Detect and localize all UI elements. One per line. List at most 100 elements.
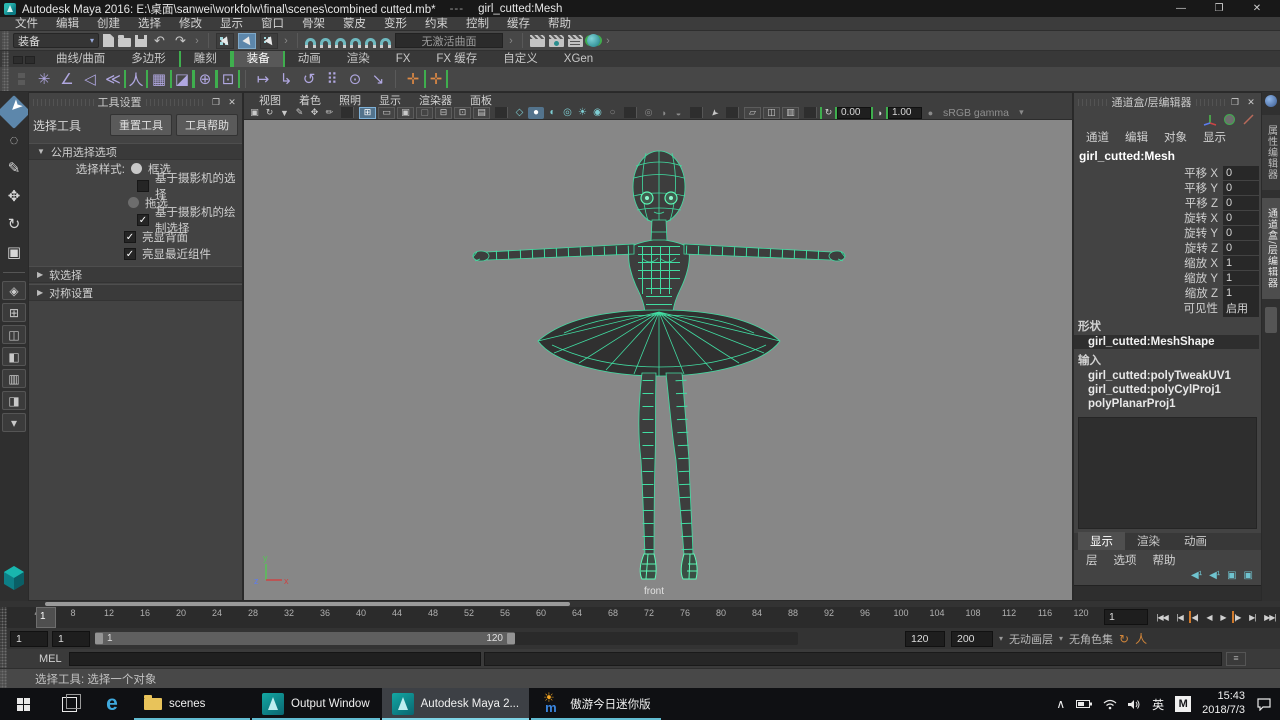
select-tool-button[interactable]: ➤ xyxy=(0,95,31,129)
viewport-separator[interactable] xyxy=(690,107,703,118)
scrollbar-thumb[interactable] xyxy=(45,602,570,606)
layer-list[interactable] xyxy=(1074,585,1261,600)
attribute-label[interactable]: 可见性 xyxy=(1074,300,1223,316)
parent-constraint-icon[interactable]: ↦ xyxy=(253,69,273,89)
menu-item[interactable]: 选择 xyxy=(129,17,170,31)
snap-to-projected-center-button[interactable] xyxy=(350,38,361,48)
animation-end-field[interactable]: 200 xyxy=(951,631,993,647)
toolbar-separator[interactable] xyxy=(297,33,298,48)
collapse-chevron-icon[interactable]: › xyxy=(282,32,290,49)
drag-handle[interactable] xyxy=(2,31,9,50)
paint-skin-weights-icon[interactable]: ▦ xyxy=(149,69,169,89)
playhead[interactable]: 1 xyxy=(36,607,56,628)
grid-toggle-icon[interactable]: ⊞ xyxy=(359,107,376,119)
ik-handle-tool-icon[interactable]: ∠ xyxy=(57,69,77,89)
attribute-value-field[interactable]: 0 xyxy=(1223,181,1259,195)
auto-keyframe-icon[interactable]: ↻ xyxy=(1119,632,1129,646)
snap-to-grid-button[interactable] xyxy=(305,38,316,48)
select-object-button[interactable] xyxy=(238,33,256,49)
command-input-field[interactable] xyxy=(69,652,481,666)
redo-button[interactable]: ↷ xyxy=(172,32,189,49)
marquee-radio[interactable] xyxy=(131,163,142,174)
maximize-button[interactable]: ❐ xyxy=(1200,3,1238,14)
shelf-tab[interactable]: FX xyxy=(383,51,424,67)
drag-handle[interactable] xyxy=(0,607,7,628)
layer-editor-menu-item[interactable]: 选项 xyxy=(1106,552,1145,568)
render-settings-button[interactable] xyxy=(568,35,583,47)
layout-dropdown-button[interactable]: ▾ xyxy=(2,413,26,432)
safe-action-icon[interactable]: ⊡ xyxy=(454,107,471,119)
playback-start-field[interactable]: 1 xyxy=(52,631,90,647)
two-pane-side-layout-button[interactable]: ◫ xyxy=(2,325,26,344)
start-button[interactable] xyxy=(0,688,46,720)
grease-pencil-icon[interactable]: ✏ xyxy=(323,107,336,119)
motion-blur-icon[interactable]: ○ xyxy=(606,107,619,119)
range-slider-track[interactable]: 1 120 xyxy=(95,632,798,645)
bookmark-icon[interactable]: ▼ xyxy=(278,107,291,119)
screen-ao-icon[interactable]: ◉ xyxy=(591,107,604,119)
viewport-separator[interactable] xyxy=(804,107,817,118)
use-all-lights-icon[interactable]: ◎ xyxy=(561,107,574,119)
speaker-icon[interactable] xyxy=(1128,699,1141,710)
persp-graph-layout-button[interactable]: ▥ xyxy=(2,369,26,388)
collapse-chevron-icon[interactable]: › xyxy=(604,32,612,49)
wireframe-mode-icon[interactable]: ◇ xyxy=(513,107,526,119)
attribute-label[interactable]: 平移 Y xyxy=(1074,180,1223,196)
drag-handle[interactable] xyxy=(0,649,7,668)
input-node-row[interactable]: polyPlanarProj1 xyxy=(1074,397,1261,411)
anim-layer-dropdown[interactable]: 无动画层 xyxy=(1009,631,1053,647)
attribute-label[interactable]: 缩放 Y xyxy=(1074,270,1223,286)
gamma-dot-icon[interactable]: ● xyxy=(924,107,937,119)
field-chart-icon[interactable]: ⊟ xyxy=(435,107,452,119)
animation-preferences-icon[interactable]: 人 xyxy=(1135,630,1147,647)
selected-object-name[interactable]: girl_cutted:Mesh xyxy=(1074,147,1261,165)
menu-item[interactable]: 创建 xyxy=(88,17,129,31)
context-cursor-icon[interactable]: ➤ xyxy=(706,104,724,122)
textured-mode-icon[interactable]: ◐ xyxy=(546,107,559,119)
close-button[interactable]: ✕ xyxy=(1238,3,1276,14)
camera-rotate-icon[interactable]: ↻ xyxy=(263,107,276,119)
menu-item[interactable]: 窗口 xyxy=(252,17,293,31)
viewport-canvas[interactable]: y x z front xyxy=(244,120,1072,600)
make-live-button[interactable] xyxy=(380,38,391,48)
hypershade-persp-layout-button[interactable]: ◨ xyxy=(2,391,26,410)
smooth-bind-icon[interactable]: ⊡ xyxy=(218,69,238,89)
step-forward-key-button[interactable]: ▶| xyxy=(1249,613,1255,622)
play-forwards-button[interactable]: ▶ xyxy=(1220,613,1225,622)
drag-handle[interactable] xyxy=(2,51,9,67)
battery-icon[interactable] xyxy=(1076,699,1092,709)
point-constraint-icon[interactable]: ↳ xyxy=(276,69,296,89)
input-node-row[interactable]: girl_cutted:polyCylProj1 xyxy=(1074,383,1261,397)
colorspace-label[interactable]: sRGB gamma xyxy=(939,107,1013,119)
scale-tool-button[interactable]: ▣ xyxy=(2,240,26,264)
undo-button[interactable]: ↶ xyxy=(151,32,168,49)
action-center-icon[interactable] xyxy=(1256,697,1272,711)
input-node-row[interactable]: girl_cutted:polyTweakUV1 xyxy=(1074,369,1261,383)
sidebar-handle[interactable] xyxy=(1265,307,1277,333)
edge-button[interactable]: e xyxy=(92,688,132,720)
drag-radio[interactable] xyxy=(128,197,139,208)
image-plane-icon[interactable]: ✎ xyxy=(293,107,306,119)
shelf-tab[interactable]: 渲染 xyxy=(334,51,383,67)
camera-paint-checkbox[interactable]: ✓ xyxy=(137,214,149,226)
xray-joints-icon[interactable]: ◒ xyxy=(672,107,685,119)
collapse-chevron-icon[interactable]: › xyxy=(507,32,515,49)
move-tool-button[interactable]: ✥ xyxy=(2,184,26,208)
menu-item[interactable]: 变形 xyxy=(375,17,416,31)
shadows-icon[interactable]: ☀ xyxy=(576,107,589,119)
play-backwards-button[interactable]: ◀ xyxy=(1206,613,1211,622)
character-set-dropdown[interactable]: 无角色集 xyxy=(1069,631,1113,647)
pole-vector-icon[interactable]: ↘ xyxy=(368,69,388,89)
attribute-value-field[interactable]: 0 xyxy=(1223,226,1259,240)
step-forward-frame-button[interactable]: |▶ xyxy=(1234,613,1240,622)
menu-set-dropdown[interactable]: 装备 ▾ xyxy=(13,33,99,48)
open-scene-button[interactable] xyxy=(118,38,131,47)
viewport-separator[interactable] xyxy=(495,107,508,118)
viewport-menu-item[interactable]: 渲染器 xyxy=(410,92,461,108)
resolution-gate-icon[interactable]: ▣ xyxy=(397,107,414,119)
toolbar-separator[interactable] xyxy=(522,33,523,48)
new-empty-layer-icon[interactable]: ▣ xyxy=(1227,570,1236,581)
attribute-label[interactable]: 旋转 X xyxy=(1074,210,1223,226)
close-panel-icon[interactable]: ✕ xyxy=(1245,97,1257,108)
menu-item[interactable]: 修改 xyxy=(170,17,211,31)
